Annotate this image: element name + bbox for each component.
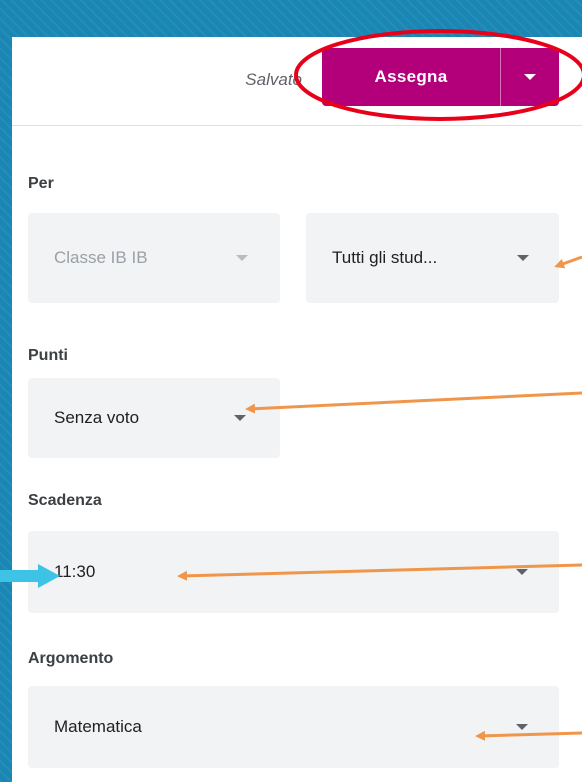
due-label: Scadenza	[28, 492, 102, 509]
assign-button[interactable]: Assegna	[322, 48, 500, 106]
students-select[interactable]: Tutti gli stud...	[306, 213, 559, 303]
students-select-value: Tutti gli stud...	[332, 248, 438, 267]
caret-down-icon	[516, 569, 528, 575]
assign-options-button[interactable]	[501, 48, 559, 106]
topic-select-value: Matematica	[54, 717, 142, 736]
assignment-settings-panel: Salvato Assegna Per Classe IB IB Tutti g…	[12, 37, 582, 782]
due-date-value: 11:30	[54, 562, 96, 581]
panel-header: Salvato Assegna	[12, 37, 582, 126]
points-select-value: Senza voto	[54, 408, 140, 427]
points-label: Punti	[28, 347, 68, 364]
caret-down-icon	[516, 724, 528, 730]
caret-down-icon	[234, 415, 246, 421]
assign-split-button: Assegna	[322, 48, 559, 106]
topic-select[interactable]: Matematica	[28, 686, 559, 768]
saved-status: Salvato	[245, 70, 302, 89]
due-date-select[interactable]: 11:30	[28, 531, 559, 613]
caret-down-icon	[517, 255, 529, 261]
class-select[interactable]: Classe IB IB	[28, 213, 280, 303]
for-label: Per	[28, 175, 54, 192]
caret-down-icon	[524, 74, 536, 80]
class-select-value: Classe IB IB	[54, 248, 148, 267]
topic-label: Argomento	[28, 650, 114, 667]
caret-down-icon	[236, 255, 248, 261]
points-select[interactable]: Senza voto	[28, 378, 280, 458]
